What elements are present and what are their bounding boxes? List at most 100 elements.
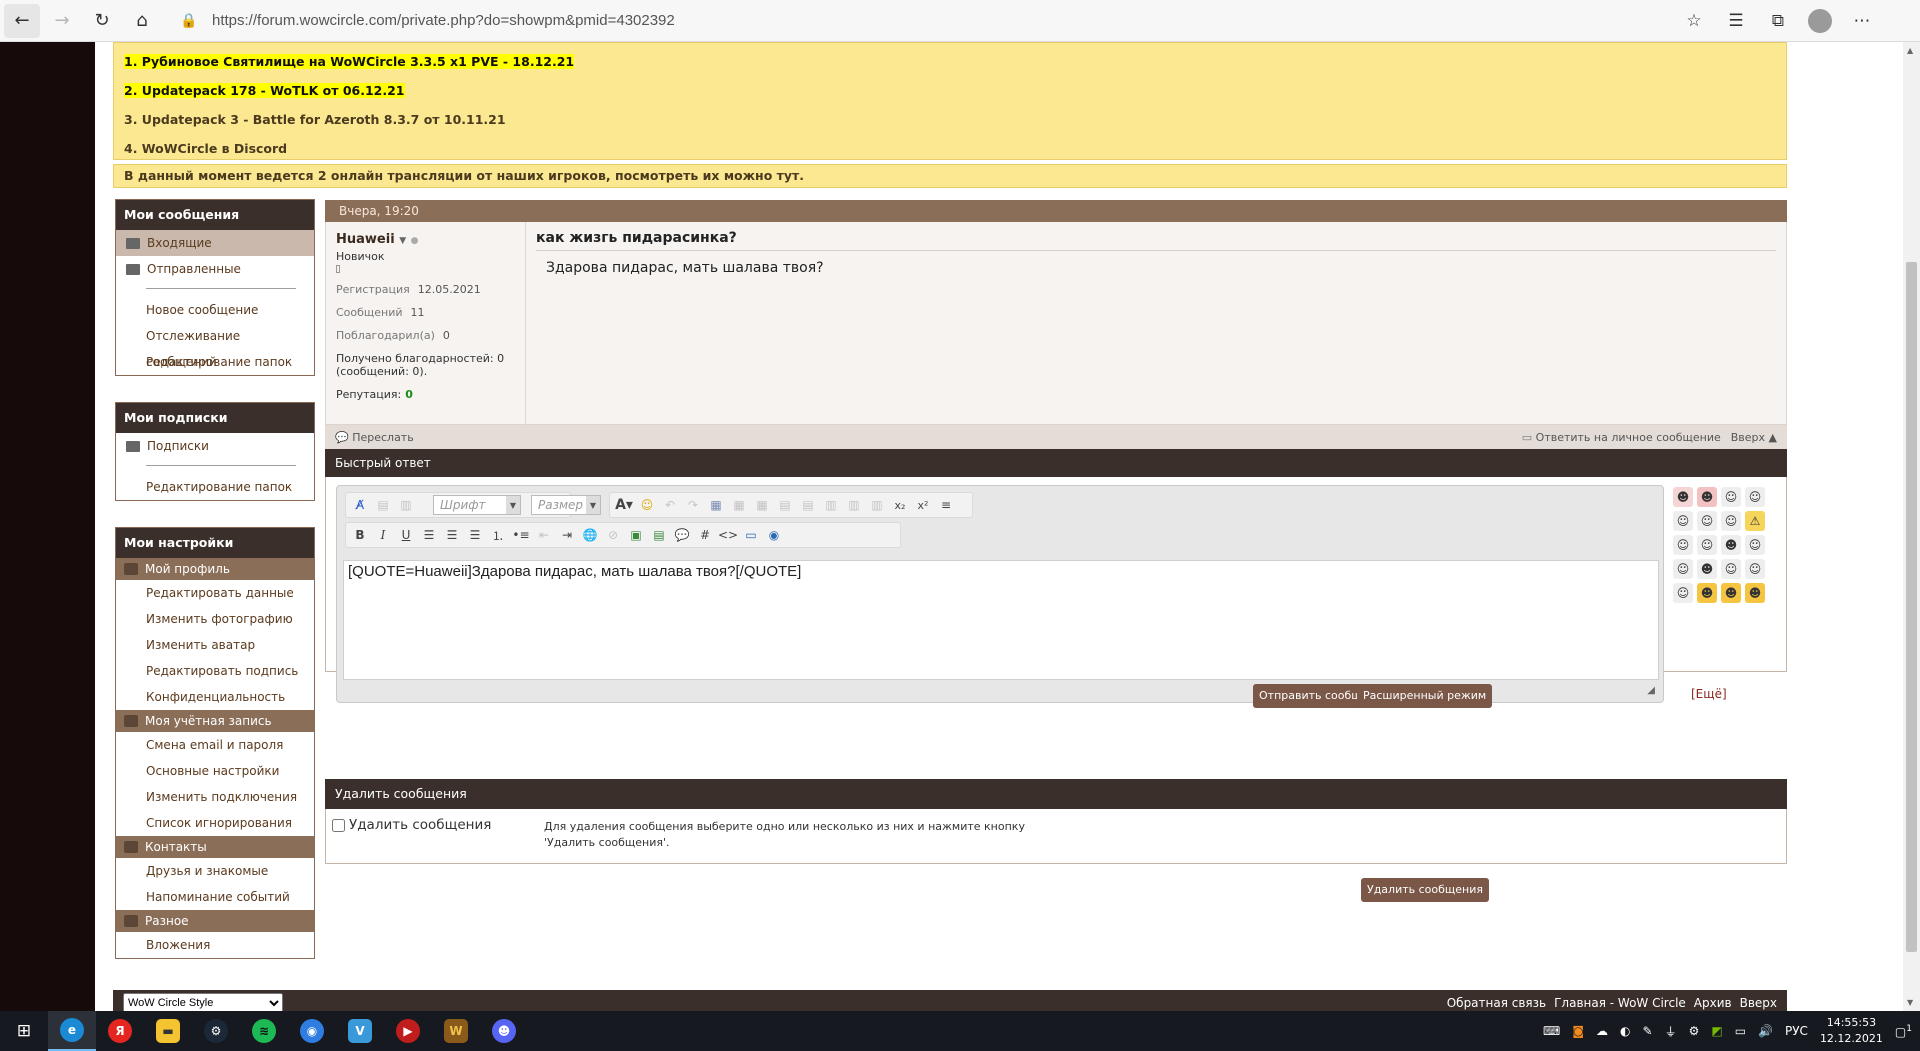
delete-row-icon[interactable]: ▤ <box>798 495 818 515</box>
smiley-icon[interactable]: ☺ <box>637 495 657 515</box>
smiley-icon[interactable]: ☻ <box>1697 487 1717 507</box>
sidebar-item-change-avatar[interactable]: Изменить аватар <box>116 632 314 658</box>
code-icon[interactable]: # <box>695 525 715 545</box>
align-right-icon[interactable]: ☰ <box>465 525 485 545</box>
steam-icon[interactable]: ⚙ <box>192 1011 240 1051</box>
wow-launcher-icon[interactable]: W <box>432 1011 480 1051</box>
spoiler-icon[interactable]: ◉ <box>764 525 784 545</box>
insert-col-icon[interactable]: ▥ <box>821 495 841 515</box>
style-select[interactable]: WoW Circle Style <box>123 992 283 1011</box>
favorite-star-icon[interactable]: ☆ <box>1676 4 1712 38</box>
redo-icon[interactable]: ↷ <box>683 495 703 515</box>
url-text[interactable]: https://forum.wowcircle.com/private.php?… <box>212 12 675 29</box>
sidebar-item-connections[interactable]: Изменить подключения <box>116 784 314 810</box>
smiley-icon[interactable]: ☻ <box>1697 559 1717 579</box>
sidebar-item-event-reminders[interactable]: Напоминание событий <box>116 884 314 910</box>
reply-pm-link[interactable]: ▭ Ответить на личное сообщение <box>1522 431 1721 444</box>
smiley-icon[interactable]: ☺ <box>1745 535 1765 555</box>
delete-checkbox-label[interactable]: Удалить сообщения <box>332 817 491 833</box>
underline-icon[interactable]: U <box>396 525 416 545</box>
forward-icon[interactable]: → <box>44 4 80 38</box>
news-item[interactable]: 4. WoWCircle в Discord <box>124 134 1776 163</box>
smiley-icon[interactable]: ☺ <box>1745 559 1765 579</box>
unlink-icon[interactable]: ⊘ <box>603 525 623 545</box>
merge-cells-icon[interactable]: ▥ <box>867 495 887 515</box>
smiley-icon[interactable]: ☺ <box>1697 511 1717 531</box>
table-delete-icon[interactable]: ▦ <box>752 495 772 515</box>
back-icon[interactable]: ← <box>4 3 40 38</box>
collections-icon[interactable]: ⧉ <box>1760 4 1796 38</box>
font-dropdown[interactable]: Шрифт ▼ <box>433 495 521 515</box>
media-player-icon[interactable]: ▶ <box>384 1011 432 1051</box>
superscript-icon[interactable]: x² <box>913 495 933 515</box>
undo-icon[interactable]: ↶ <box>660 495 680 515</box>
smiley-icon[interactable]: ☺ <box>1721 511 1741 531</box>
indent-icon[interactable]: ⇥ <box>557 525 577 545</box>
section-contacts[interactable]: Контакты <box>116 836 314 858</box>
profile-avatar-icon[interactable] <box>1802 4 1838 38</box>
spotify-icon[interactable]: ≋ <box>240 1011 288 1051</box>
broadcast-notice[interactable]: В данный момент ведется 2 онлайн трансля… <box>113 164 1787 188</box>
clock[interactable]: 14:55:53 12.12.2021 <box>1820 1015 1883 1047</box>
size-dropdown[interactable]: Размер ▼ <box>531 495 601 515</box>
sidebar-item-sent[interactable]: Отправленные <box>116 256 314 282</box>
sidebar-item-change-photo[interactable]: Изменить фотографию <box>116 606 314 632</box>
message-textarea[interactable]: [QUOTE=Huaweii]Здарова пидарас, мать шал… <box>343 560 1659 680</box>
sidebar-item-edit-signature[interactable]: Редактировать подпись <box>116 658 314 684</box>
vpn-shield-icon[interactable]: V <box>336 1011 384 1051</box>
language-indicator[interactable]: РУС <box>1785 1024 1808 1038</box>
paste-text-icon[interactable]: ▥ <box>396 495 416 515</box>
sidebar-item-tracking[interactable]: Отслеживание сообщений <box>116 323 314 369</box>
nvidia-icon[interactable]: ◩ <box>1711 1024 1722 1038</box>
italic-icon[interactable]: I <box>373 525 393 545</box>
smiley-icon[interactable]: ☻ <box>1673 487 1693 507</box>
smiley-icon[interactable]: ☺ <box>1721 559 1741 579</box>
footer-link-home[interactable]: Главная - WoW Circle <box>1554 996 1686 1010</box>
home-icon[interactable]: ⌂ <box>124 4 160 38</box>
delete-checkbox[interactable] <box>332 818 345 832</box>
sidebar-item-attachments[interactable]: Вложения <box>116 932 314 958</box>
security-icon[interactable]: ◐ <box>1620 1024 1630 1038</box>
smiley-icon[interactable]: ☻ <box>1721 583 1741 603</box>
footer-link-feedback[interactable]: Обратная связь <box>1447 996 1546 1010</box>
text-color-icon[interactable]: A▾ <box>614 495 634 515</box>
rss-icon[interactable]: ◙ <box>1572 1024 1584 1038</box>
sidebar-item-subscriptions[interactable]: Подписки <box>116 433 314 459</box>
username[interactable]: Huaweii ▼ ● <box>336 232 515 247</box>
network-icon[interactable]: ▭ <box>1735 1024 1746 1038</box>
paste-icon[interactable]: ▤ <box>373 495 393 515</box>
news-item[interactable]: 3. Updatepack 3 - Battle for Azeroth 8.3… <box>124 105 1776 134</box>
video-icon[interactable]: ▤ <box>649 525 669 545</box>
table-props-icon[interactable]: ▦ <box>729 495 749 515</box>
favorites-icon[interactable]: ☰ <box>1718 4 1754 38</box>
edge-browser-icon[interactable]: e <box>48 1011 96 1051</box>
section-account[interactable]: Моя учётная запись <box>116 710 314 732</box>
volume-icon[interactable]: 🔊 <box>1758 1024 1773 1038</box>
address-bar[interactable]: 🔒 https://forum.wowcircle.com/private.ph… <box>180 5 1660 37</box>
align-center-icon[interactable]: ☰ <box>442 525 462 545</box>
sidebar-item-ignore-list[interactable]: Список игнорирования <box>116 810 314 836</box>
scrollbar-thumb[interactable] <box>1906 262 1917 952</box>
smiley-icon[interactable]: ☺ <box>1745 487 1765 507</box>
sidebar-item-email-password[interactable]: Смена email и пароля <box>116 732 314 758</box>
smiley-icon[interactable]: ☺ <box>1697 535 1717 555</box>
footer-link-archive[interactable]: Архив <box>1694 996 1732 1010</box>
smiley-icon[interactable]: ☺ <box>1673 583 1693 603</box>
tool-icon[interactable]: ✎ <box>1643 1024 1653 1038</box>
smiley-icon[interactable]: ☻ <box>1697 583 1717 603</box>
scroll-up-icon[interactable]: ▲ <box>1907 46 1913 55</box>
keyboard-icon[interactable]: ⌨ <box>1543 1024 1560 1038</box>
smiley-icon[interactable]: ☻ <box>1745 583 1765 603</box>
delete-col-icon[interactable]: ▥ <box>844 495 864 515</box>
remove-format-icon[interactable]: A̸ <box>350 495 370 515</box>
resize-handle-icon[interactable]: ◢ <box>1647 685 1655 696</box>
section-profile[interactable]: Мой профиль <box>116 558 314 580</box>
table-icon[interactable]: ▦ <box>706 495 726 515</box>
notifications-icon[interactable]: ▢1 <box>1895 1024 1912 1039</box>
sidebar-item-edit-folders[interactable]: Редактирование папок <box>116 474 314 500</box>
cloud-icon[interactable]: ☁ <box>1596 1024 1608 1038</box>
smiley-icon[interactable]: ☺ <box>1673 535 1693 555</box>
usb-icon[interactable]: ⏚ <box>1665 1023 1677 1040</box>
smiley-icon[interactable]: ☺ <box>1721 487 1741 507</box>
sidebar-item-edit-folders[interactable]: Редактирование папок <box>116 349 314 375</box>
